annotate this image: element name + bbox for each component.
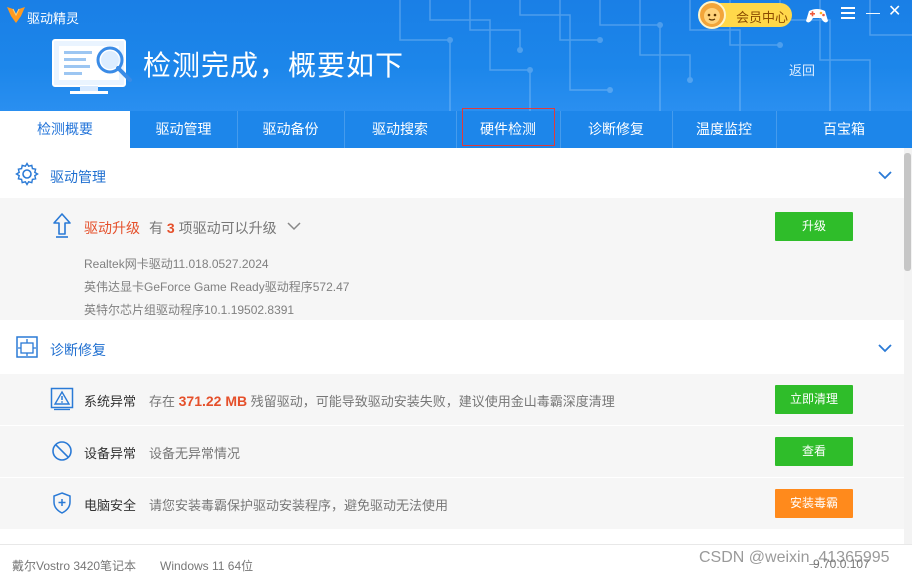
anomaly-desc-prefix: 存在 [149,394,176,409]
diagnose-screen-icon [16,336,38,358]
monitor-scan-icon [52,39,132,94]
upgrade-arrow-icon [53,213,71,238]
system-anomaly-desc: 存在 371.22 MB 残留驱动，可能导致驱动安装失败，建议使用金山毒霸深度清… [149,391,615,410]
tab-toolbox[interactable]: 百宝箱 [776,111,912,148]
driver-section-header[interactable]: 驱动管理 [0,148,904,198]
driver-list-item: 英特尔芯片组驱动程序10.1.19502.8391 [84,303,295,317]
upgrade-count: 3 [166,220,175,236]
diagnose-section-header[interactable]: 诊断修复 [0,320,904,370]
gamepad-icon[interactable] [805,4,829,26]
tab-driver-backup[interactable]: 驱动备份 [237,111,344,148]
main-tabs: 检测概要 驱动管理 驱动备份 驱动搜索 硬件检测 诊断修复 温度监控 百宝箱 [0,111,912,148]
chevron-down-icon[interactable] [877,343,893,353]
pc-security-title: 电脑安全 [84,498,137,513]
page-headline: 检测完成，概要如下 [143,50,405,81]
lion-avatar-icon [698,1,726,29]
anomaly-desc-suffix: 残留驱动，可能导致驱动安装失败，建议使用金山毒霸深度清理 [250,394,615,409]
back-link[interactable]: 返回 [789,60,815,79]
expand-drivers-chevron-icon[interactable] [287,222,301,231]
tab-driver-manage[interactable]: 驱动管理 [130,111,237,148]
install-duba-button[interactable]: 安装毒霸 [775,489,853,518]
pc-security-desc: 请您安装毒霸保护驱动安装程序，避免驱动无法使用 [149,498,449,513]
device-anomaly-row: 设备异常 设备无异常情况 查看 [0,426,904,477]
tab-driver-search[interactable]: 驱动搜索 [344,111,456,148]
upgrade-suffix: 项驱动可以升级 [178,220,277,236]
residual-driver-size: 371.22 MB [178,393,248,409]
overview-panel: 驱动管理 驱动升级 有 3 项驱动可以升级 升级 Realtek网卡驱动11.0… [0,148,904,544]
tab-overview[interactable]: 检测概要 [0,111,130,148]
upgrade-prefix: 有 [149,220,163,236]
circuit-pattern-decoration [399,0,912,111]
close-icon[interactable]: ✕ [888,4,902,20]
system-anomaly-row: 系统异常 存在 371.22 MB 残留驱动，可能导致驱动安装失败，建议使用金山… [0,374,904,425]
tab-hardware-detect[interactable]: 硬件检测 [456,111,560,148]
app-name: 驱动精灵 [27,11,80,26]
csdn-watermark: CSDN @weixin_41365995 [699,549,890,566]
app-logo-icon [7,7,25,23]
warning-icon [50,387,74,411]
driver-upgrade-summary: 有 3 项驱动可以升级 [149,218,277,238]
no-entry-icon [52,441,72,461]
clean-now-button[interactable]: 立即清理 [775,385,853,414]
device-model: 戴尔Vostro 3420笔记本 [12,559,137,573]
minimize-icon[interactable]: — [866,4,880,20]
system-anomaly-title: 系统异常 [84,394,137,409]
menu-icon[interactable] [841,6,855,20]
tab-temperature[interactable]: 温度监控 [672,111,776,148]
driver-list-item: Realtek网卡驱动11.018.0527.2024 [84,257,269,271]
os-version: Windows 11 64位 [160,559,254,573]
tab-diagnose-repair[interactable]: 诊断修复 [560,111,672,148]
chevron-down-icon[interactable] [877,170,893,180]
device-anomaly-title: 设备异常 [84,446,137,461]
vip-center-button[interactable]: 会员中心 [698,1,792,29]
driver-section-title: 驱动管理 [50,169,106,185]
driver-list-item: 英伟达显卡GeForce Game Ready驱动程序572.47 [84,280,350,294]
device-anomaly-desc: 设备无异常情况 [149,446,241,461]
scrollbar-thumb[interactable] [904,153,911,271]
view-button[interactable]: 查看 [775,437,853,466]
upgrade-button[interactable]: 升级 [775,212,853,241]
pc-security-row: 电脑安全 请您安装毒霸保护驱动安装程序，避免驱动无法使用 安装毒霸 [0,478,904,529]
shield-plus-icon [53,492,71,514]
gear-icon [15,162,39,186]
vip-center-label: 会员中心 [736,10,789,25]
title-bar: 驱动精灵 会员中心 — ✕ 检测完成，概要如下 返回 [0,0,912,111]
driver-upgrade-panel: 驱动升级 有 3 项驱动可以升级 升级 Realtek网卡驱动11.018.05… [0,198,904,320]
driver-upgrade-title: 驱动升级 [84,220,140,236]
diagnose-section-title: 诊断修复 [50,342,106,358]
